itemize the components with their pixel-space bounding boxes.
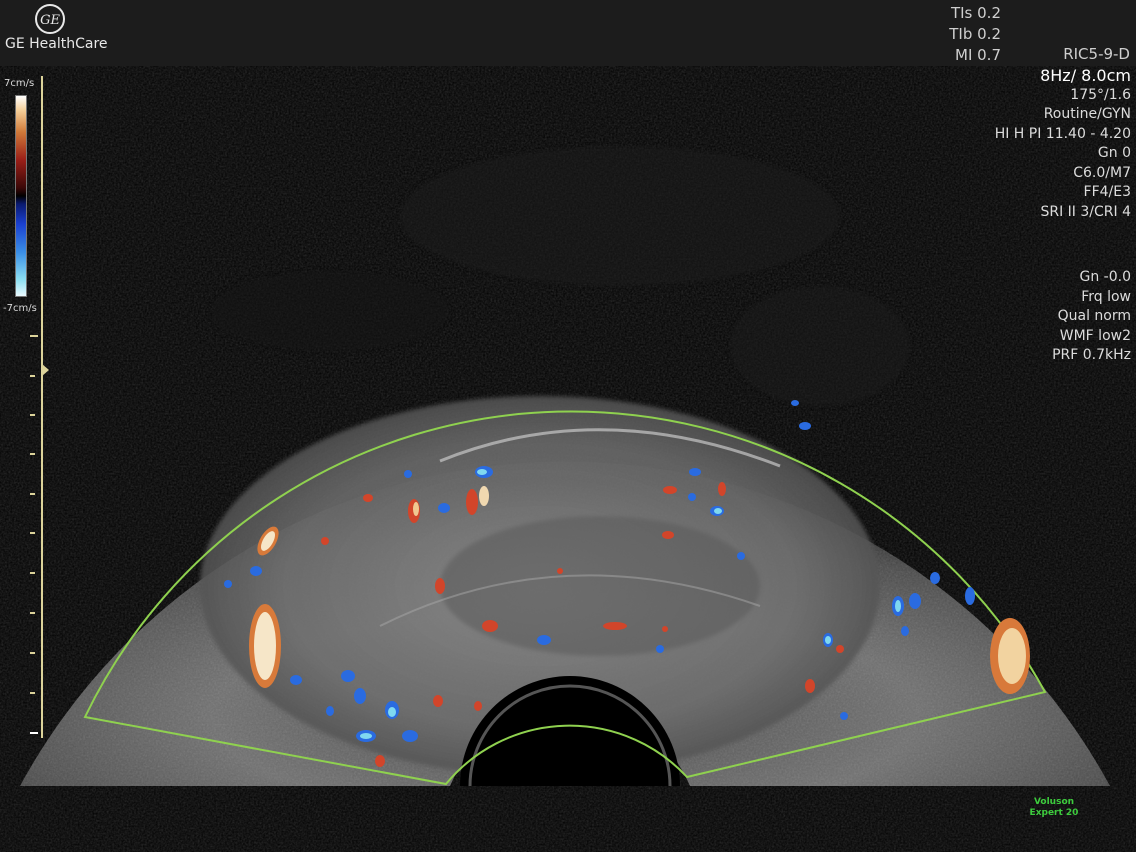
brand-name: GE HealthCare bbox=[5, 36, 108, 52]
mechanical-index: MI 0.7 bbox=[955, 46, 1001, 64]
svg-text:GE: GE bbox=[40, 13, 60, 28]
param-angle: 175°/1.6 bbox=[1070, 86, 1131, 103]
color-flow-parameters: Gn -0.0 Frq low Qual norm WMF low2 PRF 0… bbox=[871, 268, 1131, 366]
colorbar-bottom-label: -7cm/s bbox=[3, 303, 37, 314]
frame-rate-depth: 8Hz/ 8.0cm bbox=[1040, 66, 1131, 85]
voluson-logo: Voluson Expert 20 bbox=[1028, 797, 1080, 819]
param-sri-cri: SRI II 3/CRI 4 bbox=[1040, 203, 1131, 220]
probe-name: RIC5-9-D bbox=[1063, 45, 1130, 63]
param-contrast: C6.0/M7 bbox=[1073, 164, 1131, 181]
cf-wall-filter: WMF low2 bbox=[1059, 327, 1131, 344]
param-frame-filter: FF4/E3 bbox=[1083, 184, 1131, 200]
param-harmonic: HI H PI 11.40 - 4.20 bbox=[994, 125, 1131, 142]
param-preset: Routine/GYN bbox=[1043, 106, 1131, 122]
thermal-index-bone: TIb 0.2 bbox=[949, 25, 1001, 43]
colorbar-top-label: 7cm/s bbox=[4, 78, 35, 89]
imaging-parameters: 8Hz/ 8.0cm 175°/1.6 Routine/GYN HI H PI … bbox=[871, 66, 1131, 222]
voluson-line1: Voluson bbox=[1033, 797, 1075, 807]
velocity-colorbar bbox=[15, 95, 27, 297]
param-gain: Gn 0 bbox=[1097, 145, 1131, 161]
thermal-index-soft: TIs 0.2 bbox=[950, 4, 1001, 22]
cf-gain: Gn -0.0 bbox=[1079, 269, 1132, 285]
cf-prf: PRF 0.7kHz bbox=[1052, 347, 1131, 363]
cf-frequency: Frq low bbox=[1081, 288, 1131, 305]
voluson-line2: Expert 20 bbox=[1029, 808, 1079, 818]
cf-quality: Qual norm bbox=[1057, 308, 1131, 324]
